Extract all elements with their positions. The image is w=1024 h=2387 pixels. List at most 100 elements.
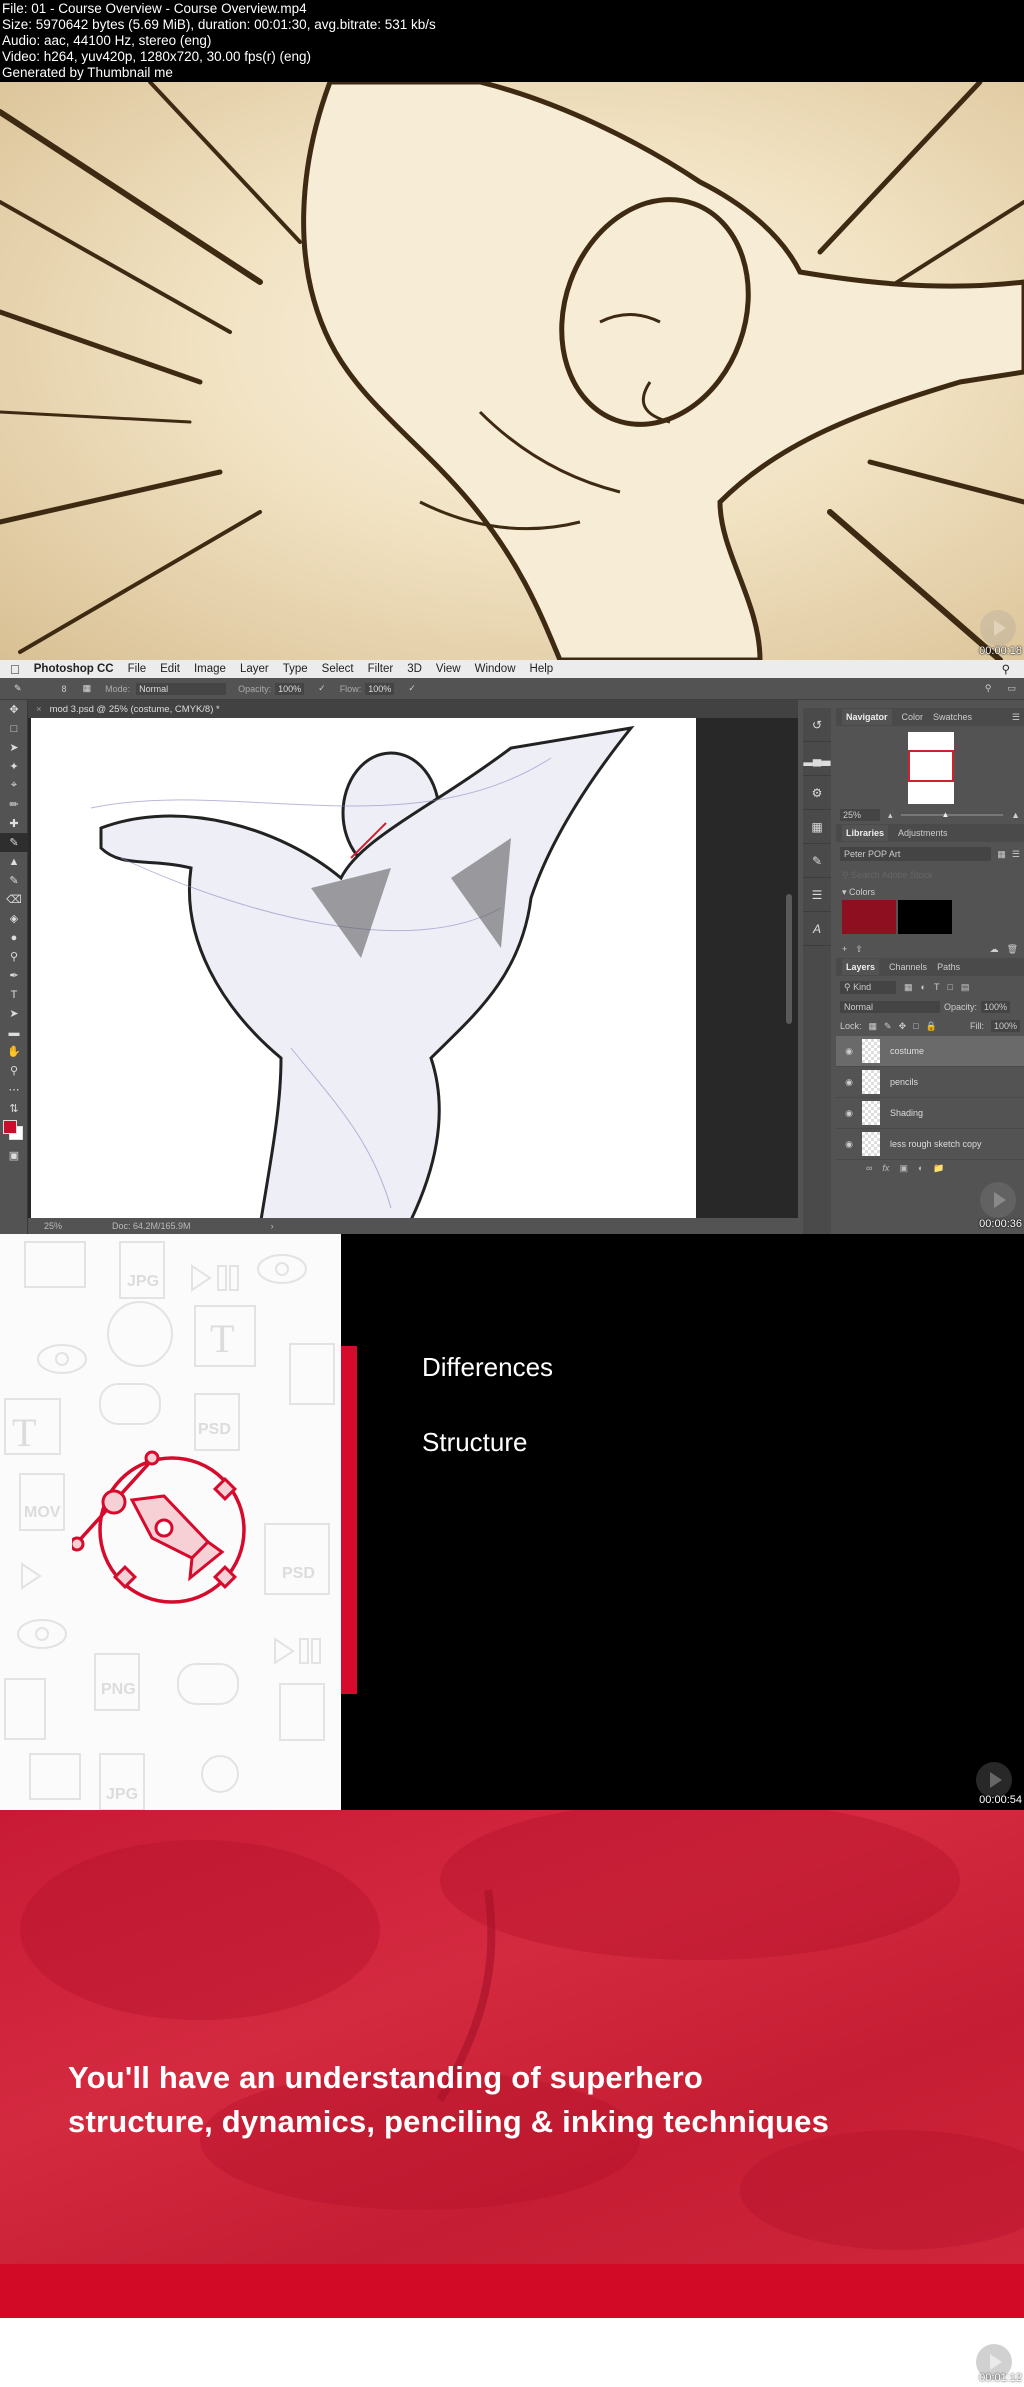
play-icon[interactable] (976, 1762, 1012, 1798)
menu-window[interactable]: Window (475, 663, 516, 675)
filter-smart-icon[interactable]: ▤ (961, 982, 970, 993)
grid-view-icon[interactable]: ▦ (997, 849, 1006, 860)
rectangle-tool-icon[interactable]: ▬ (0, 1023, 28, 1042)
filter-adjustment-icon[interactable]: ◐ (921, 982, 926, 992)
tab-paths[interactable]: Paths (937, 962, 960, 972)
fill-input[interactable]: 100% (990, 1020, 1020, 1032)
mode-select[interactable]: Normal (136, 682, 227, 695)
fx-icon[interactable]: fx (882, 1163, 889, 1173)
cloud-sync-icon[interactable]: ☁ (990, 944, 999, 955)
zoom-out-icon[interactable]: ▴ (888, 810, 893, 821)
color-swatch-red[interactable] (842, 900, 896, 934)
magic-wand-tool-icon[interactable]: ✦ (0, 757, 28, 776)
layer-row[interactable]: ◉ Shading (836, 1098, 1024, 1129)
layer-name[interactable]: Shading (890, 1108, 923, 1118)
hand-tool-icon[interactable]: ✋ (0, 1042, 28, 1061)
library-select[interactable]: Peter POP Art (840, 847, 992, 861)
layer-mask-icon[interactable]: ▣ (899, 1163, 908, 1174)
add-icon[interactable]: + (842, 944, 847, 954)
menu-file[interactable]: File (128, 663, 147, 675)
zoom-tool-icon[interactable]: ⚲ (0, 1061, 28, 1080)
adjust-panel-icon[interactable]: ☰ (803, 878, 831, 912)
play-icon[interactable] (980, 610, 1016, 646)
zoom-in-icon[interactable]: ▲ (1011, 810, 1020, 820)
apple-icon[interactable]:  (10, 662, 20, 677)
quick-mask-icon[interactable]: ▣ (0, 1146, 28, 1165)
brush-presets-icon[interactable]: ✎ (803, 844, 831, 878)
layer-row[interactable]: ◉ pencils (836, 1067, 1024, 1098)
brush-tool-icon[interactable]: ✎ (0, 833, 28, 852)
tab-layers[interactable]: Layers (842, 959, 880, 975)
workspace-icon[interactable]: ▭ (1007, 683, 1016, 694)
lock-artboard-icon[interactable]: □ (913, 1021, 918, 1031)
tab-color[interactable]: Color (902, 712, 924, 722)
filter-type-icon[interactable]: T (934, 982, 940, 992)
tab-adjustments[interactable]: Adjustments (898, 828, 948, 838)
menu-image[interactable]: Image (194, 663, 226, 675)
more-tools-icon[interactable]: ⋯ (0, 1080, 28, 1099)
healing-tool-icon[interactable]: ✚ (0, 814, 28, 833)
blur-tool-icon[interactable]: ● (0, 928, 28, 947)
new-group-icon[interactable]: 📁 (933, 1163, 944, 1174)
histogram-panel-icon[interactable]: ▂▄▃ (803, 742, 831, 776)
link-layers-icon[interactable]: ∞ (866, 1163, 872, 1173)
stock-search-input[interactable]: ⚲ Search Adobe Stock (836, 866, 1024, 884)
properties-panel-icon[interactable]: ⚙ (803, 776, 831, 810)
paths-panel-icon[interactable]: ▦ (803, 810, 831, 844)
tab-channels[interactable]: Channels (889, 962, 927, 972)
lock-all-icon[interactable]: 🔒 (926, 1021, 937, 1032)
dodge-tool-icon[interactable]: ⚲ (0, 947, 28, 966)
stamp-tool-icon[interactable]: ▲ (0, 852, 28, 871)
close-tab-icon[interactable]: × (36, 704, 42, 715)
opacity-input[interactable]: 100% (275, 682, 305, 695)
menu-view[interactable]: View (436, 663, 461, 675)
spotlight-search-icon[interactable]: ⚲ (1002, 662, 1010, 676)
app-name[interactable]: Photoshop CC (34, 663, 114, 675)
visibility-eye-icon[interactable]: ◉ (836, 1077, 862, 1088)
move-tool-icon[interactable]: ✥ (0, 700, 28, 719)
menu-3d[interactable]: 3D (407, 663, 422, 675)
brush-tool-icon[interactable]: ✎ (14, 683, 22, 694)
filter-shape-icon[interactable]: □ (947, 982, 952, 992)
zoom-level[interactable]: 25% (44, 1221, 62, 1231)
upload-icon[interactable]: ⇧ (855, 944, 863, 955)
path-selection-tool-icon[interactable]: ➤ (0, 1004, 28, 1023)
tab-swatches[interactable]: Swatches (933, 712, 972, 722)
trash-icon[interactable]: 🗑 (1007, 944, 1018, 955)
layer-opacity-input[interactable]: 100% (981, 1001, 1011, 1013)
eyedropper-tool-icon[interactable]: ✏ (0, 795, 28, 814)
crop-tool-icon[interactable]: ⌖ (0, 776, 28, 795)
brush-size[interactable]: 8 (62, 684, 67, 694)
foreground-color-swatch[interactable] (3, 1120, 17, 1134)
visibility-eye-icon[interactable]: ◉ (836, 1139, 862, 1150)
play-icon[interactable] (980, 1182, 1016, 1218)
search-icon[interactable]: ⚲ (985, 683, 992, 694)
status-menu-arrow-icon[interactable]: › (271, 1221, 274, 1231)
layer-row[interactable]: ◉ costume (836, 1036, 1024, 1067)
menu-help[interactable]: Help (530, 663, 554, 675)
lasso-tool-icon[interactable]: ➤ (0, 738, 28, 757)
menu-layer[interactable]: Layer (240, 663, 269, 675)
zoom-slider[interactable]: ▲ (900, 810, 1004, 819)
layer-name[interactable]: less rough sketch copy (890, 1139, 982, 1149)
document-tab-title[interactable]: mod 3.psd @ 25% (costume, CMYK/8) * (50, 704, 220, 715)
list-view-icon[interactable]: ☰ (1012, 849, 1020, 860)
layer-row[interactable]: ◉ less rough sketch copy (836, 1129, 1024, 1160)
navigator-preview[interactable] (836, 726, 1024, 806)
visibility-eye-icon[interactable]: ◉ (836, 1108, 862, 1119)
swap-colors-icon[interactable]: ⇅ (0, 1099, 28, 1118)
brush-panel-icon[interactable]: ▦ (83, 683, 92, 694)
navigator-view-box[interactable] (908, 750, 954, 782)
tab-navigator[interactable]: Navigator (842, 709, 892, 725)
canvas-area[interactable] (28, 718, 798, 1222)
history-panel-icon[interactable]: ↺ (803, 708, 831, 742)
vertical-scrollbar[interactable] (786, 894, 792, 1024)
navigator-zoom[interactable]: 25% (840, 809, 880, 821)
layer-name[interactable]: pencils (890, 1077, 918, 1087)
type-tool-icon[interactable]: T (0, 985, 28, 1004)
marquee-tool-icon[interactable]: □ (0, 719, 28, 738)
paint-bucket-tool-icon[interactable]: ◈ (0, 909, 28, 928)
pressure-opacity-icon[interactable]: ✓ (318, 683, 326, 694)
document-canvas[interactable] (31, 718, 696, 1222)
adjustment-layer-icon[interactable]: ◐ (918, 1163, 923, 1173)
